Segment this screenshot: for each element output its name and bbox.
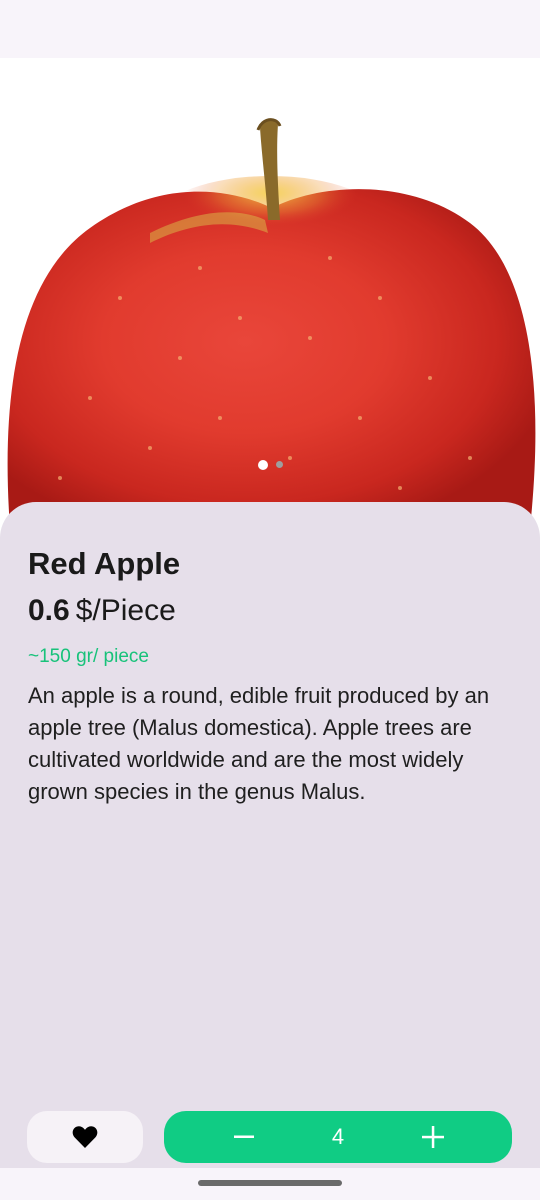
price-unit: $/Piece — [75, 594, 176, 627]
product-info-sheet: Red Apple 0.6 $/Piece ~150 gr/ piece An a… — [0, 502, 540, 1200]
page-dot[interactable] — [275, 461, 283, 468]
page-dot-active[interactable] — [257, 460, 268, 470]
product-title: Red Apple — [28, 546, 181, 581]
product-detail-screen: Red Apple 0.6 $/Piece ~150 gr/ piece An a… — [0, 0, 540, 1200]
carousel-page-indicator — [0, 460, 540, 470]
decrement-button[interactable] — [214, 1111, 274, 1163]
increment-button[interactable] — [403, 1111, 463, 1163]
heart-icon — [72, 1126, 98, 1148]
apple-image — [7, 118, 536, 528]
product-image-carousel[interactable] — [0, 58, 540, 528]
home-gesture-handle[interactable] — [198, 1180, 342, 1186]
favorite-button[interactable] — [27, 1111, 143, 1163]
plus-icon — [422, 1126, 444, 1148]
price-value: 0.6 — [28, 594, 70, 627]
status-bar — [0, 0, 540, 58]
minus-icon — [234, 1135, 254, 1138]
product-description: An apple is a round, edible fruit produc… — [28, 683, 490, 804]
product-price: 0.6 $/Piece — [28, 594, 176, 628]
quantity-value: 4 — [331, 1124, 345, 1149]
quantity-stepper: 4 — [164, 1111, 512, 1163]
weight-note: ~150 gr/ piece — [28, 646, 149, 667]
